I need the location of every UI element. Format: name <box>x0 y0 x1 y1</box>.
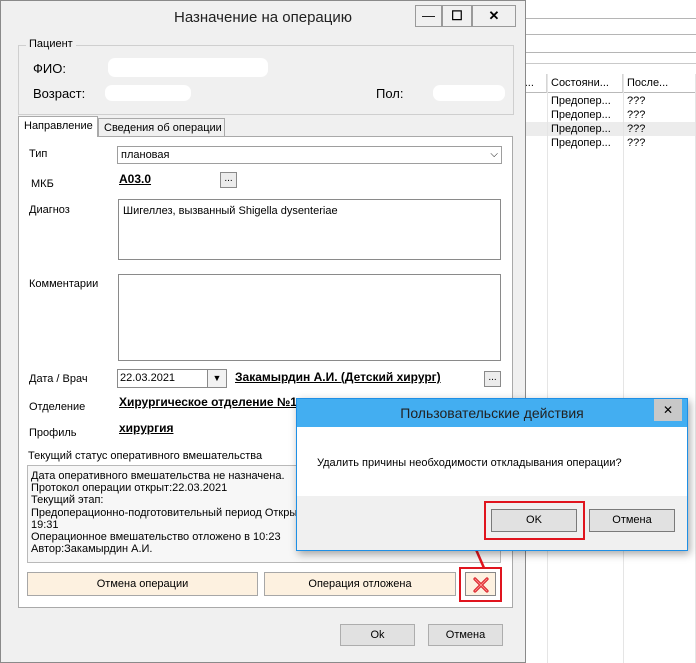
fio-label: ФИО: <box>33 61 66 76</box>
dialog-title: Пользовательские действия <box>400 405 584 421</box>
age-value <box>105 85 191 101</box>
date-field[interactable]: 22.03.2021 ▼ <box>117 369 227 388</box>
date-doctor-label: Дата / Врач <box>29 373 88 385</box>
sex-label: Пол: <box>376 86 404 101</box>
doctor-browse-button[interactable]: ... <box>484 371 501 387</box>
delete-x-icon <box>472 577 489 593</box>
bg-cell: Предопер... <box>551 95 611 107</box>
dialog-ok-button[interactable]: OK <box>491 509 577 532</box>
bg-cell: Предопер... <box>551 109 611 121</box>
mkb-browse-button[interactable]: ... <box>220 172 237 188</box>
table-row[interactable]: Предопер... ??? <box>515 94 696 108</box>
dialog-message: Удалить причины необходимости откладыван… <box>317 457 622 469</box>
title-bar[interactable]: Назначение на операцию — ☐ ✕ <box>1 1 525 33</box>
department-label: Отделение <box>29 401 86 413</box>
operation-assignment-window: Назначение на операцию — ☐ ✕ Пациент ФИО… <box>0 0 526 663</box>
comments-label: Комментарии <box>29 278 99 290</box>
delete-postpone-button[interactable] <box>465 572 496 596</box>
department-value[interactable]: Хирургическое отделение №1 <box>119 395 299 409</box>
profile-label: Профиль <box>29 427 77 439</box>
mkb-label: МКБ <box>31 178 54 190</box>
background-table: ч... Состояни... После... Предопер... ??… <box>515 74 696 663</box>
dialog-title-bar[interactable]: Пользовательские действия ✕ <box>297 399 687 427</box>
type-select[interactable]: плановая ⌵ <box>117 146 502 164</box>
profile-value[interactable]: хирургия <box>119 421 299 435</box>
bg-column-header: После... <box>623 74 696 93</box>
dialog-cancel-button[interactable]: Отмена <box>589 509 675 532</box>
patient-group <box>18 45 514 115</box>
bg-cell: ??? <box>627 95 646 107</box>
bg-cell: ??? <box>627 123 646 135</box>
mkb-value[interactable]: A03.0 <box>119 172 219 186</box>
sex-value <box>433 85 505 101</box>
bg-column-header: Состояни... <box>547 74 623 93</box>
dialog-close-button[interactable]: ✕ <box>654 399 682 421</box>
table-row[interactable]: Предопер... ??? <box>515 136 696 150</box>
chevron-down-icon: ⌵ <box>490 149 498 160</box>
bg-cell: Предопер... <box>551 137 611 149</box>
user-actions-dialog: Пользовательские действия ✕ Удалить прич… <box>296 398 688 551</box>
fio-value <box>108 58 268 77</box>
minimize-button[interactable]: — <box>415 5 442 27</box>
operation-postponed-button[interactable]: Операция отложена <box>264 572 456 596</box>
status-title: Текущий статус оперативного вмешательств… <box>28 450 263 462</box>
doctor-value[interactable]: Закамырдин А.И. (Детский хирург) <box>235 370 483 384</box>
table-row[interactable]: Предопер... ??? <box>515 108 696 122</box>
comments-field[interactable] <box>118 274 501 361</box>
table-row[interactable]: Предопер... ??? <box>515 122 696 136</box>
cancel-operation-button[interactable]: Отмена операции <box>27 572 258 596</box>
bg-cell: Предопер... <box>551 123 611 135</box>
type-label: Тип <box>29 148 48 160</box>
date-value: 22.03.2021 <box>120 372 176 384</box>
tab-operation-info[interactable]: Сведения об операции <box>98 118 225 137</box>
type-select-value: плановая <box>121 149 170 161</box>
patient-group-title: Пациент <box>26 38 76 50</box>
diagnosis-field[interactable]: Шигеллез, вызванный Shigella dysenteriae <box>118 199 501 260</box>
cancel-button[interactable]: Отмена <box>428 624 503 646</box>
chevron-down-icon[interactable]: ▼ <box>207 370 226 387</box>
ok-button[interactable]: Ok <box>340 624 415 646</box>
diagnosis-label: Диагноз <box>29 204 70 216</box>
bg-cell: ??? <box>627 109 646 121</box>
background-toolbar <box>515 10 696 64</box>
tab-direction[interactable]: Направление <box>18 116 98 137</box>
age-label: Возраст: <box>33 86 86 101</box>
maximize-button[interactable]: ☐ <box>442 5 472 27</box>
bg-cell: ??? <box>627 137 646 149</box>
close-button[interactable]: ✕ <box>472 5 516 27</box>
